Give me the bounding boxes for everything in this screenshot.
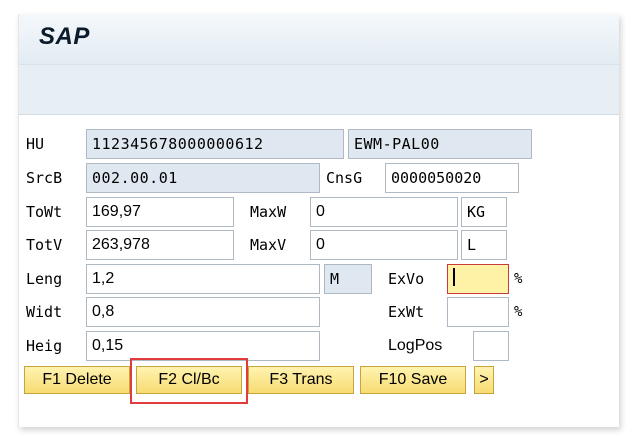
heig-label: Heig bbox=[26, 337, 63, 355]
totv-field[interactable]: 263,978 bbox=[86, 230, 234, 260]
cnsg-field[interactable]: 0000050020 bbox=[385, 163, 519, 193]
widt-label: Widt bbox=[26, 303, 63, 321]
maxw-field[interactable]: 0 bbox=[310, 197, 458, 227]
leng-field[interactable]: 1,2 bbox=[86, 264, 320, 294]
towt-field[interactable]: 169,97 bbox=[86, 197, 234, 227]
totv-label: TotV bbox=[26, 236, 63, 254]
exwt-percent-sign: % bbox=[514, 304, 523, 320]
maxv-field[interactable]: 0 bbox=[310, 230, 458, 260]
text-cursor bbox=[453, 268, 455, 287]
heig-field[interactable]: 0,15 bbox=[86, 331, 320, 361]
maxw-label: MaxW bbox=[250, 203, 287, 221]
srcb-field: 002.00.01 bbox=[86, 163, 320, 193]
f1-delete-button[interactable]: F1 Delete bbox=[24, 366, 130, 394]
maxv-label: MaxV bbox=[250, 236, 287, 254]
toolbar bbox=[19, 65, 619, 115]
app-title: SAP bbox=[39, 23, 90, 50]
leng-unit-field: M bbox=[324, 264, 372, 294]
srcb-label: SrcB bbox=[26, 169, 63, 187]
cnsg-label: CnsG bbox=[326, 169, 363, 187]
exwt-field[interactable] bbox=[447, 297, 509, 327]
exvo-percent-sign: % bbox=[514, 271, 523, 287]
exvo-field[interactable] bbox=[447, 264, 509, 294]
logpos-label: LogPos bbox=[388, 337, 443, 354]
f10-save-button[interactable]: F10 Save bbox=[360, 366, 466, 394]
f3-trans-button[interactable]: F3 Trans bbox=[248, 366, 354, 394]
maxw-unit-field[interactable]: KG bbox=[461, 197, 507, 227]
title-bar: SAP bbox=[19, 14, 619, 65]
exwt-label: ExWt bbox=[388, 303, 425, 321]
hu-type-field: EWM-PAL00 bbox=[348, 129, 532, 159]
towt-label: ToWt bbox=[26, 203, 63, 221]
logpos-field[interactable] bbox=[473, 331, 509, 361]
exvo-label: ExVo bbox=[388, 270, 425, 288]
leng-label: Leng bbox=[26, 270, 63, 288]
maxv-unit-field[interactable]: L bbox=[461, 230, 507, 260]
highlight-box bbox=[130, 358, 248, 404]
hu-field: 112345678000000612 bbox=[86, 129, 344, 159]
widt-field[interactable]: 0,8 bbox=[86, 297, 320, 327]
hu-label: HU bbox=[26, 135, 45, 153]
more-button[interactable]: > bbox=[474, 366, 494, 394]
